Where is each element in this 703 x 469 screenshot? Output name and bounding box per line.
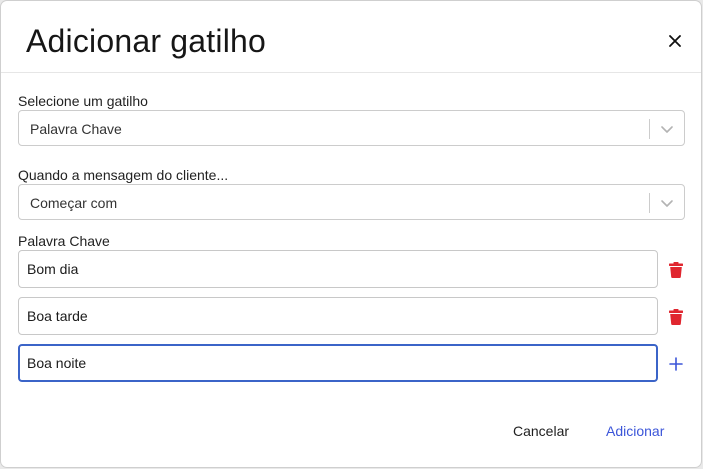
cancel-button[interactable]: Cancelar [513, 422, 569, 440]
trigger-select[interactable]: Palavra Chave [18, 110, 685, 146]
condition-select[interactable]: Começar com [18, 184, 685, 220]
condition-select-value: Começar com [30, 195, 118, 211]
add-keyword-button[interactable] [666, 353, 686, 375]
plus-icon [669, 357, 683, 371]
trash-icon [669, 262, 683, 278]
dialog-title: Adicionar gatilho [26, 23, 266, 59]
condition-select-label: Quando a mensagem do cliente... [18, 167, 229, 183]
trigger-select-value: Palavra Chave [30, 121, 122, 137]
trash-icon [669, 309, 683, 325]
chevron-down-icon[interactable] [658, 120, 676, 138]
delete-keyword-button-1[interactable] [666, 259, 686, 281]
add-trigger-dialog: Adicionar gatilho Selecione um gatilho P… [1, 1, 701, 467]
dialog-header: Adicionar gatilho [1, 1, 701, 73]
close-button[interactable] [665, 31, 685, 51]
close-icon [669, 35, 681, 47]
chevron-down-icon[interactable] [658, 194, 676, 212]
select-separator [649, 119, 650, 139]
keyword-input-3[interactable] [18, 344, 658, 382]
trigger-select-label: Selecione um gatilho [18, 93, 148, 109]
keyword-input-1[interactable] [18, 250, 658, 288]
delete-keyword-button-2[interactable] [666, 306, 686, 328]
keyword-input-2[interactable] [18, 297, 658, 335]
add-button[interactable]: Adicionar [606, 422, 664, 440]
select-separator [649, 193, 650, 213]
keywords-label: Palavra Chave [18, 233, 110, 249]
